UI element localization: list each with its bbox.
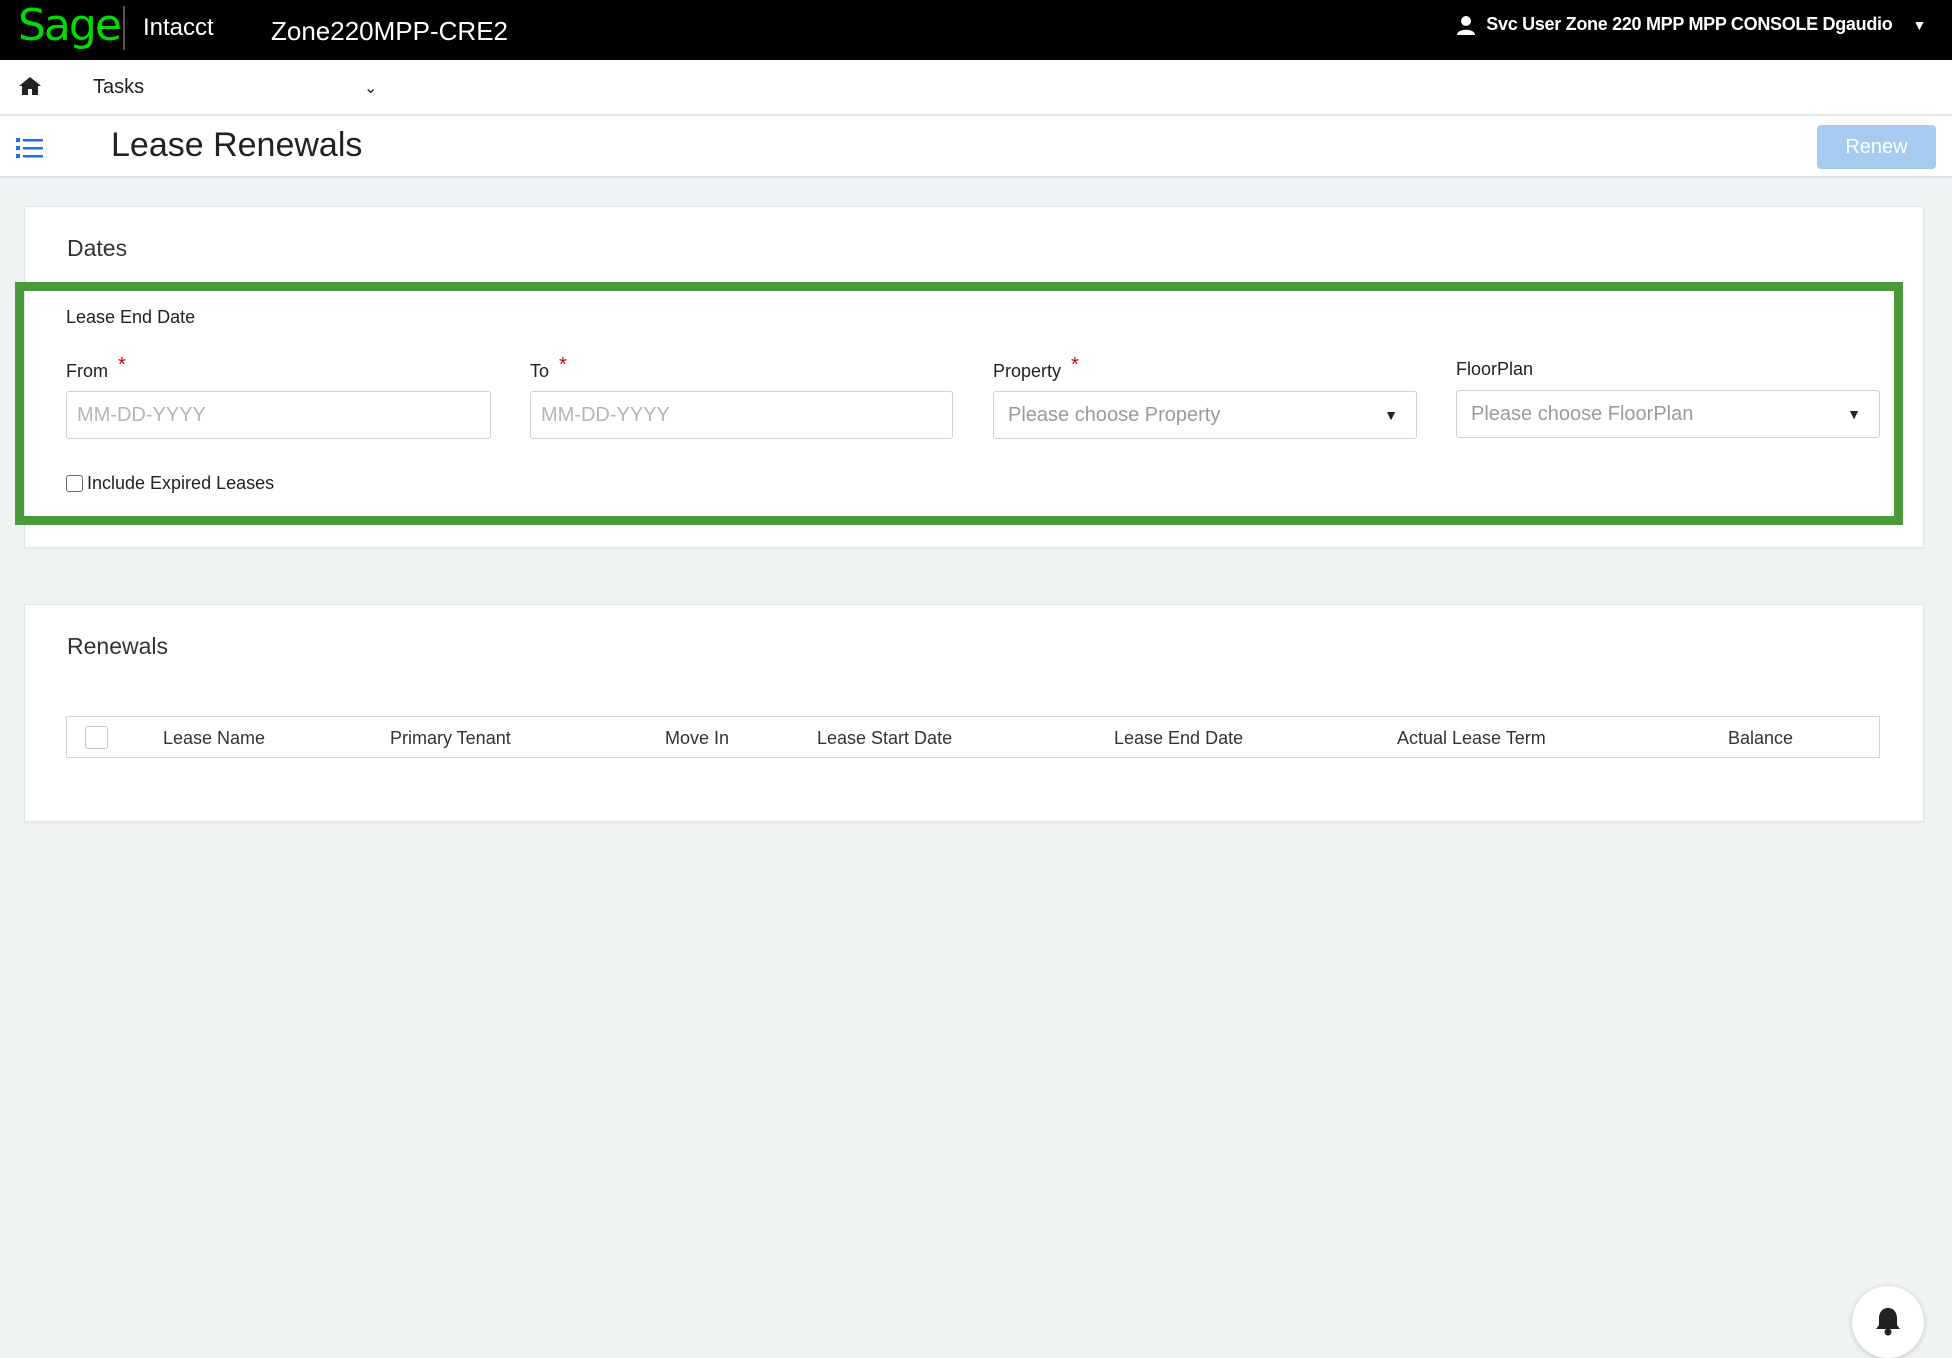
renewals-card: Renewals — [24, 604, 1924, 822]
property-label: Property * — [993, 354, 1079, 383]
column-header-move-in[interactable]: Move In — [665, 728, 729, 749]
to-label-text: To — [530, 361, 550, 381]
page-title: Lease Renewals — [111, 126, 363, 164]
required-marker: * — [1071, 354, 1079, 376]
caret-down-icon: ▼ — [1384, 407, 1398, 423]
to-date-input[interactable] — [530, 391, 953, 439]
floorplan-label: FloorPlan — [1456, 359, 1533, 380]
user-name: Svc User Zone 220 MPP MPP CONSOLE Dgaudi… — [1486, 14, 1893, 34]
include-expired-checkbox[interactable] — [66, 475, 83, 492]
top-bar: Sage Intacct Zone220MPP-CRE2 Svc User Zo… — [0, 0, 1952, 60]
select-all-checkbox[interactable] — [85, 726, 108, 749]
company-name[interactable]: Zone220MPP-CRE2 — [271, 16, 508, 47]
from-date-input[interactable] — [66, 391, 491, 439]
home-icon[interactable] — [18, 74, 42, 98]
column-header-lease-end-date[interactable]: Lease End Date — [1114, 728, 1243, 749]
list-menu-icon[interactable] — [16, 136, 44, 160]
renewals-table-header: Lease Name Primary Tenant Move In Lease … — [66, 716, 1880, 758]
renew-button[interactable]: Renew — [1817, 125, 1936, 169]
column-header-lease-name[interactable]: Lease Name — [163, 728, 265, 749]
bell-icon — [1876, 1308, 1900, 1336]
include-expired-row[interactable]: Include Expired Leases — [66, 473, 274, 494]
property-select[interactable]: Please choose Property ▼ — [993, 391, 1417, 439]
sage-logo[interactable]: Sage — [18, 4, 122, 48]
property-select-placeholder: Please choose Property — [1008, 404, 1221, 426]
page-header: Lease Renewals Renew — [0, 116, 1952, 178]
column-header-lease-start-date[interactable]: Lease Start Date — [817, 728, 952, 749]
lease-end-date-label: Lease End Date — [66, 307, 196, 327]
floorplan-select[interactable]: Please choose FloorPlan ▼ — [1456, 390, 1880, 438]
brand-divider — [123, 6, 125, 50]
include-expired-label: Include Expired Leases — [87, 473, 275, 493]
from-label: From * — [66, 354, 126, 383]
dates-card-title: Dates — [67, 235, 128, 261]
to-label: To * — [530, 354, 567, 383]
tasks-menu-label[interactable]: Tasks — [93, 76, 144, 99]
floorplan-select-placeholder: Please choose FloorPlan — [1471, 403, 1694, 425]
required-marker: * — [118, 354, 126, 376]
from-label-text: From — [66, 361, 108, 381]
property-label-text: Property — [993, 361, 1062, 381]
chevron-down-icon[interactable]: ⌄ — [364, 78, 377, 98]
user-icon — [1457, 15, 1476, 35]
product-name: Intacct — [143, 14, 214, 41]
notifications-button[interactable] — [1852, 1286, 1924, 1358]
column-header-primary-tenant[interactable]: Primary Tenant — [390, 728, 511, 749]
floorplan-label-text: FloorPlan — [1456, 359, 1534, 379]
nav-bar: Tasks ⌄ — [0, 60, 1952, 116]
caret-down-icon: ▼ — [1847, 406, 1861, 422]
column-header-balance[interactable]: Balance — [1728, 728, 1793, 749]
user-menu[interactable]: Svc User Zone 220 MPP MPP CONSOLE Dgaudi… — [1456, 14, 1926, 35]
required-marker: * — [559, 354, 567, 376]
caret-down-icon: ▼ — [1912, 16, 1926, 33]
column-header-actual-lease-term[interactable]: Actual Lease Term — [1397, 728, 1546, 749]
renewals-card-title: Renewals — [67, 633, 168, 659]
